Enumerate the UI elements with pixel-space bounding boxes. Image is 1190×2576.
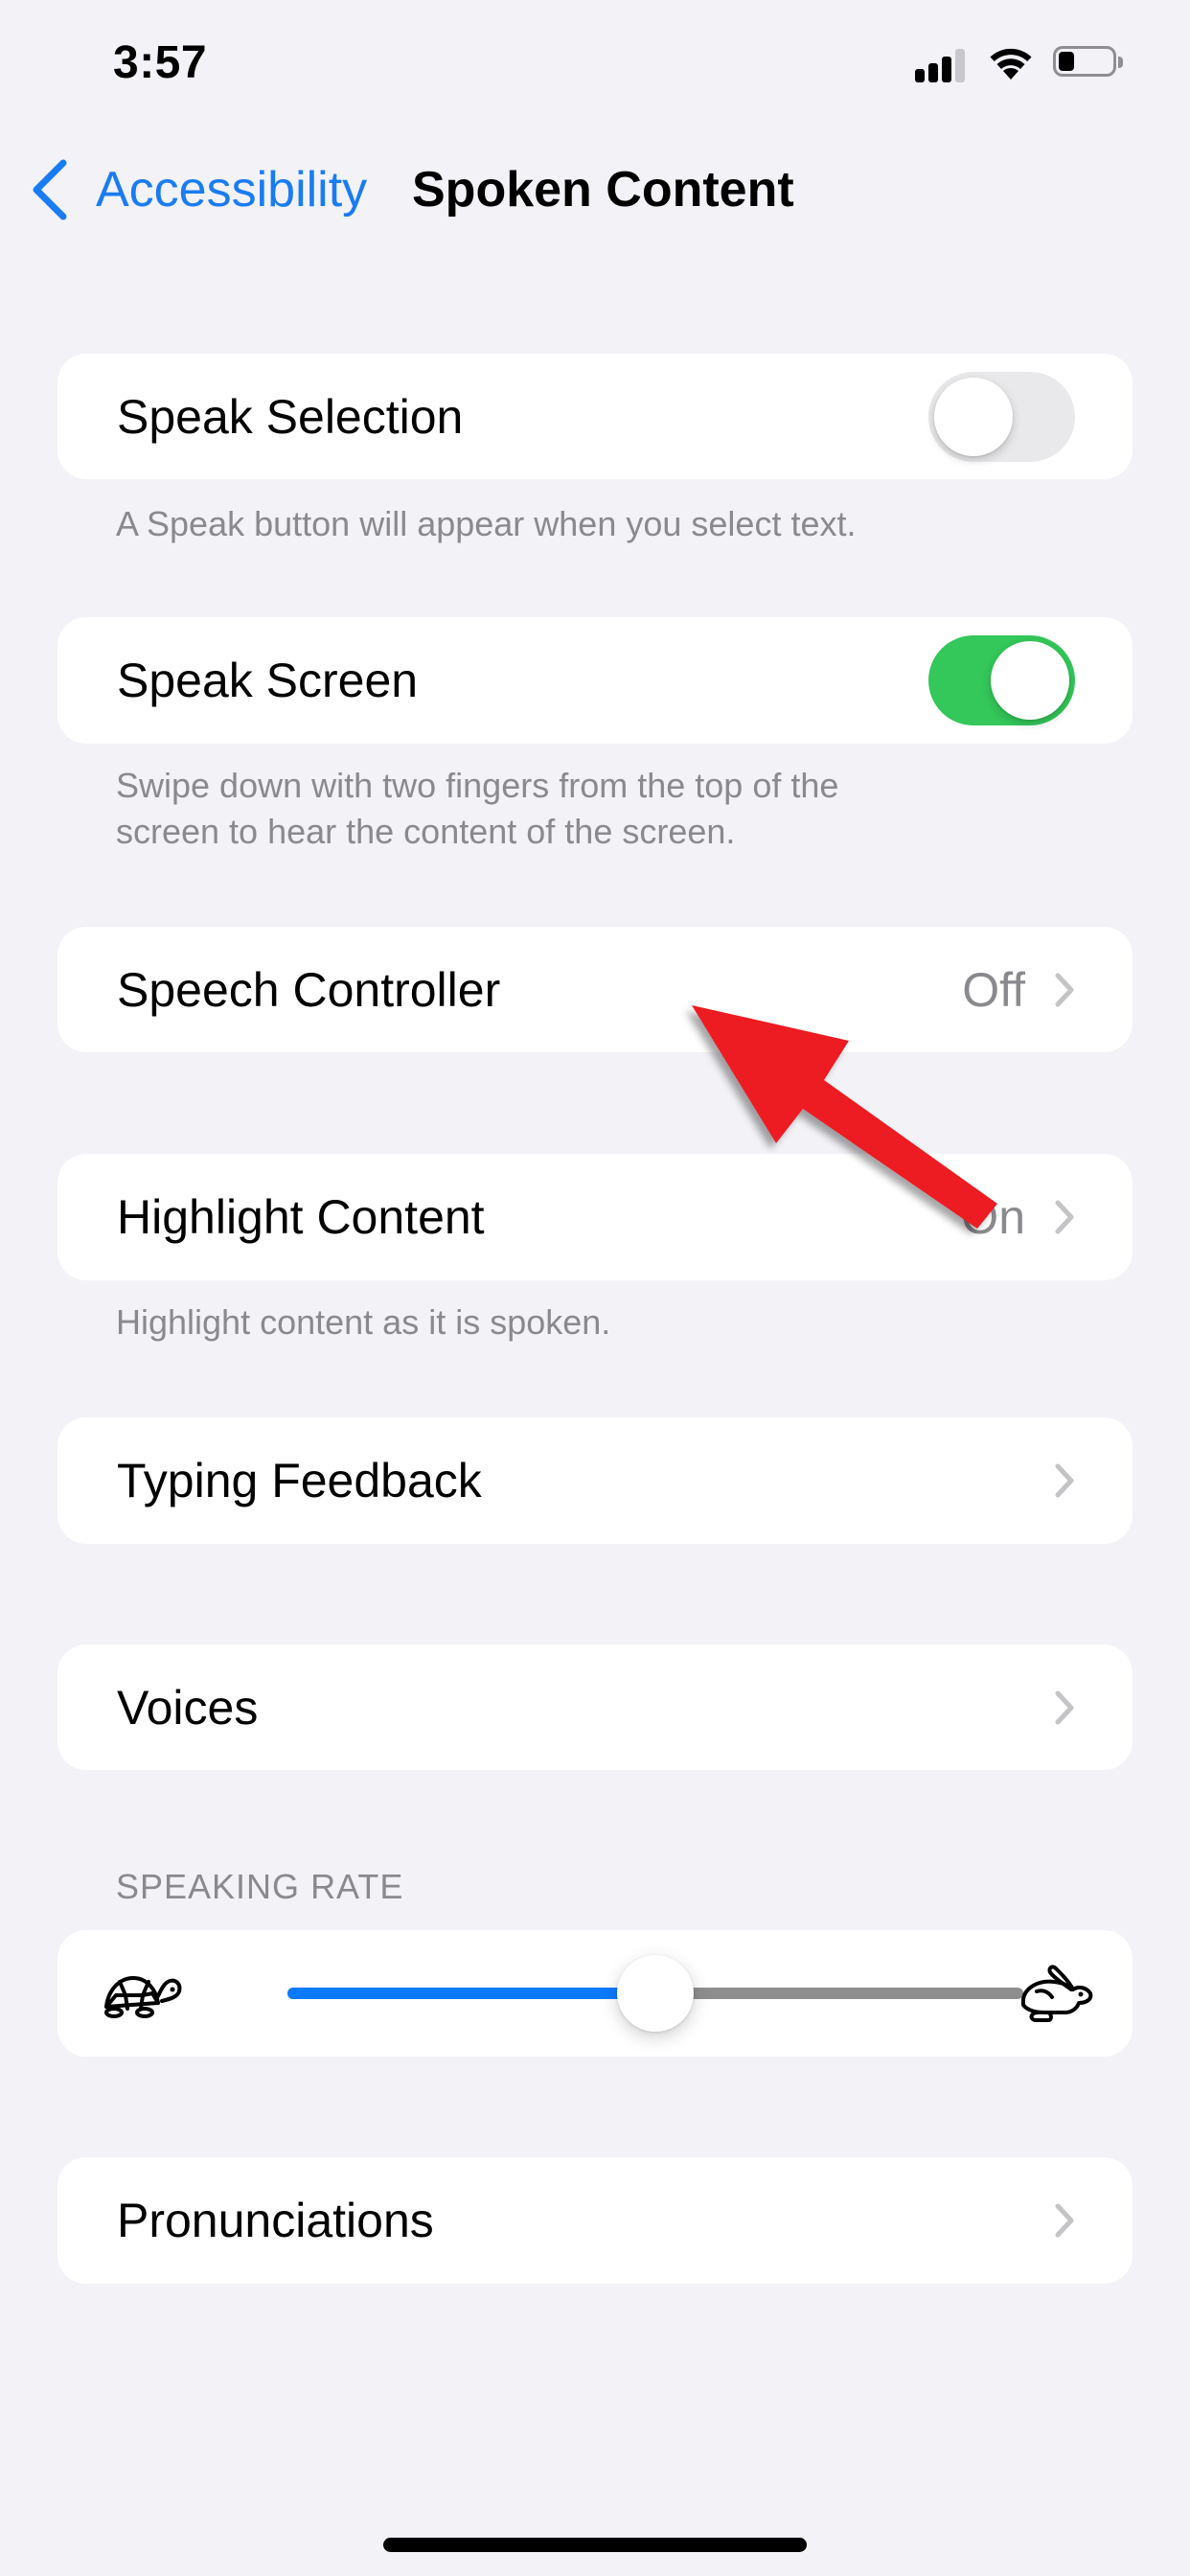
chevron-right-icon	[1055, 2203, 1074, 2238]
typing-feedback-card: Typing Feedback	[57, 1417, 1133, 1544]
speaking-rate-slider[interactable]	[287, 1955, 1023, 2032]
toggle-knob	[991, 641, 1069, 720]
page-title: Spoken Content	[412, 162, 794, 218]
speak-selection-footer: A Speak button will appear when you sele…	[116, 504, 857, 543]
speak-screen-footer-line-1: Swipe down with two fingers from the top…	[116, 766, 839, 805]
turtle-icon	[104, 1976, 182, 2018]
back-button-label: Accessibility	[96, 162, 368, 218]
speak-selection-toggle[interactable]	[928, 371, 1075, 462]
highlight-content-row[interactable]: Highlight Content On	[57, 1154, 1133, 1280]
speak-screen-footer: Swipe down with two fingers from the top…	[116, 763, 838, 855]
slider-thumb[interactable]	[617, 1955, 694, 2032]
highlight-content-value: On	[961, 1190, 1025, 1244]
chevron-left-icon	[33, 159, 67, 220]
chevron-right-icon	[1055, 1200, 1074, 1234]
voices-card: Voices	[57, 1644, 1133, 1770]
cellular-signal-icon	[915, 48, 969, 82]
status-time: 3:57	[113, 37, 208, 88]
pronunciations-card: Pronunciations	[57, 2157, 1133, 2284]
highlight-content-card: Highlight Content On	[57, 1154, 1133, 1280]
speech-controller-value: Off	[962, 962, 1025, 1017]
signal-bar	[942, 57, 951, 82]
chevron-right-icon	[1055, 1690, 1074, 1724]
pronunciations-label: Pronunciations	[117, 2194, 434, 2247]
speak-selection-card: Speak Selection	[57, 354, 1133, 479]
back-button[interactable]: Accessibility	[29, 153, 367, 226]
speech-controller-card: Speech Controller Off	[57, 927, 1133, 1052]
chevron-right-icon	[1055, 973, 1074, 1006]
speaking-rate-header: SPEAKING RATE	[116, 1867, 404, 1906]
pronunciations-row[interactable]: Pronunciations	[57, 2157, 1133, 2284]
speech-controller-label: Speech Controller	[117, 962, 501, 1017]
speaking-rate-card	[57, 1930, 1133, 2057]
toggle-knob	[934, 377, 1013, 456]
speak-screen-card: Speak Screen	[57, 617, 1133, 744]
wifi-icon	[990, 48, 1032, 80]
signal-bar	[955, 49, 965, 82]
speech-controller-row[interactable]: Speech Controller Off	[57, 927, 1133, 1052]
home-indicator[interactable]	[383, 2538, 807, 2552]
speak-screen-footer-line-2: screen to hear the content of the screen…	[116, 812, 736, 851]
highlight-content-footer: Highlight content as it is spoken.	[116, 1302, 611, 1342]
highlight-content-label: Highlight Content	[117, 1190, 485, 1244]
signal-bar	[928, 63, 938, 82]
battery-icon	[1053, 46, 1126, 80]
typing-feedback-label: Typing Feedback	[117, 1454, 482, 1507]
slider-fill	[287, 1988, 655, 1999]
chevron-right-icon	[1055, 1463, 1074, 1498]
signal-bar	[915, 69, 925, 82]
rabbit-icon	[1021, 1965, 1093, 2022]
speak-screen-toggle[interactable]	[928, 635, 1075, 725]
voices-row[interactable]: Voices	[57, 1644, 1133, 1770]
voices-label: Voices	[117, 1680, 259, 1735]
typing-feedback-row[interactable]: Typing Feedback	[57, 1417, 1133, 1544]
